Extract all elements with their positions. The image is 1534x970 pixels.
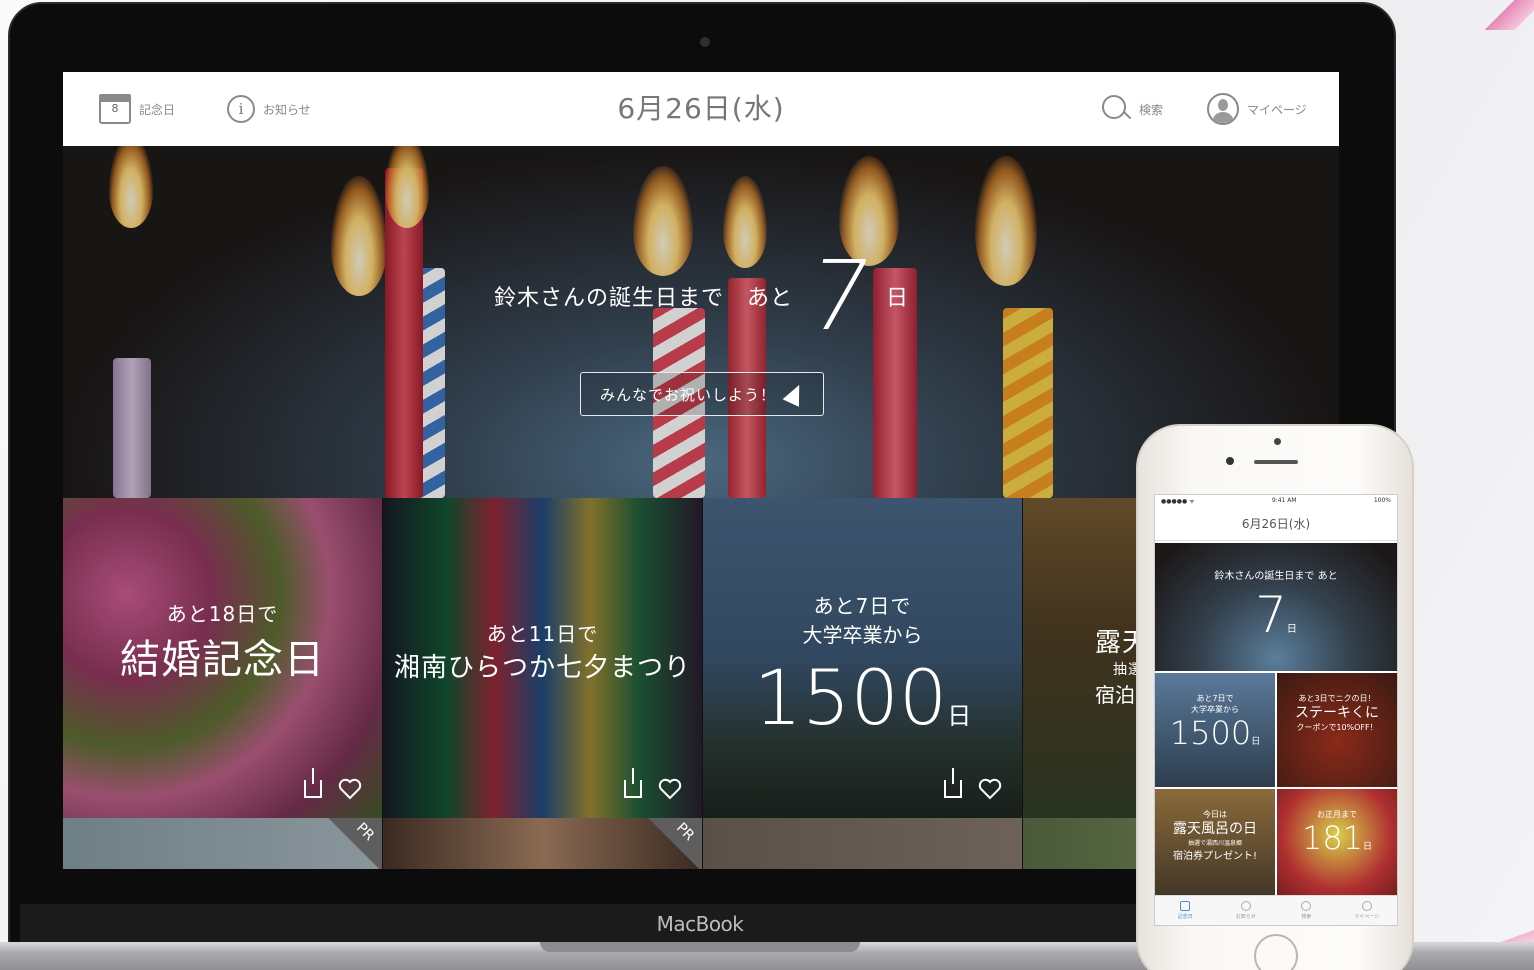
phone-screen: ●●●●● ᯤ 9:41 AM 100% 6月26日(水) 鈴木さんの誕生日まで… xyxy=(1154,494,1398,926)
countdown-unit: 日 xyxy=(886,286,909,311)
phone-card[interactable]: お正月まで 181日 xyxy=(1277,789,1397,903)
heart-icon[interactable] xyxy=(338,778,362,800)
scene: 8 記念日 i お知らせ 6月26日(水) 検索 マイページ 鈴木さんの誕生日ま… xyxy=(0,0,1534,970)
heart-icon[interactable] xyxy=(978,778,1002,800)
calendar-icon xyxy=(1180,901,1191,911)
phone-tab-notice[interactable]: お知らせ xyxy=(1226,901,1266,920)
party-cracker-icon xyxy=(782,381,808,407)
card-countdown: あと7日で xyxy=(813,594,912,618)
phone-countdown-days: 7 xyxy=(1255,586,1287,644)
phone-tab-anniversary[interactable]: 記念日 xyxy=(1165,901,1205,920)
phone-card[interactable]: 今日は 露天風呂の日 抽選で湯西川温泉郷 宿泊券プレゼント! xyxy=(1155,789,1275,903)
pr-badge xyxy=(322,818,382,869)
countdown-message: 鈴木さんの誕生日まで あと xyxy=(493,286,793,311)
user-icon xyxy=(1207,93,1239,125)
search-icon xyxy=(1101,94,1131,124)
signal-indicator: ●●●●● ᯤ xyxy=(1161,498,1195,505)
info-icon xyxy=(1240,901,1251,911)
phone-card-line1: 今日は xyxy=(1203,810,1227,819)
phone-tab-label: マイページ xyxy=(1354,914,1380,920)
phone-countdown-unit: 日 xyxy=(1286,624,1297,635)
phone-tab-mypage[interactable]: マイページ xyxy=(1347,901,1387,920)
phone-tab-search[interactable]: 検索 xyxy=(1286,901,1326,920)
event-card[interactable]: あと18日で 結婚記念日 xyxy=(63,498,382,818)
phone-sensor xyxy=(1226,457,1234,465)
card-actions xyxy=(624,768,682,800)
heart-icon[interactable] xyxy=(658,778,682,800)
phone-card-line1: あと3日でニクの日！ xyxy=(1298,694,1376,703)
phone-card-number: 1500 xyxy=(1169,714,1252,752)
status-time: 9:41 AM xyxy=(1271,497,1297,504)
phone-camera xyxy=(1274,438,1281,445)
phone-card-line4: 宿泊券プレゼント! xyxy=(1172,851,1257,862)
phone-card-line2: ステーキくに xyxy=(1295,705,1379,721)
laptop-notch xyxy=(540,942,860,952)
phone-card[interactable]: あと7日で 大学卒業から 1500日 xyxy=(1155,673,1275,787)
phone-card-number: 181 xyxy=(1301,819,1364,857)
card-number-row: 1500日 xyxy=(703,658,1022,738)
card-title: 湘南ひらつか七夕まつり xyxy=(393,653,691,683)
card-number: 1500 xyxy=(753,653,948,742)
mypage-nav[interactable]: マイページ xyxy=(1207,72,1307,146)
phone-tab-label: 記念日 xyxy=(1177,914,1193,920)
event-card[interactable]: あと11日で 湘南ひらつか七夕まつり xyxy=(383,498,702,818)
mypage-label: マイページ xyxy=(1247,102,1307,117)
phone-tab-label: お知らせ xyxy=(1235,914,1256,920)
user-icon xyxy=(1361,901,1372,911)
strip-card[interactable]: PR xyxy=(383,818,702,869)
phone-card-number-row: 1500日 xyxy=(1155,715,1275,760)
card-number-unit: 日 xyxy=(947,702,972,730)
card-countdown: あと11日で xyxy=(486,622,599,646)
phone-countdown-row: 7日 xyxy=(1155,587,1397,658)
card-actions xyxy=(304,768,362,800)
corner-decoration xyxy=(1484,0,1534,30)
phone-card-line3: 抽選で湯西川温泉郷 xyxy=(1187,840,1242,847)
strip-card[interactable]: PR xyxy=(63,818,382,869)
pr-badge xyxy=(642,818,702,869)
celebrate-button[interactable]: みんなでお祝いしよう！ xyxy=(580,372,824,416)
battery-indicator: 100% xyxy=(1373,497,1391,504)
card-countdown: あと18日で xyxy=(166,602,279,626)
card-actions xyxy=(944,768,1002,800)
phone-status-bar: ●●●●● ᯤ 9:41 AM 100% xyxy=(1155,495,1397,507)
search-label: 検索 xyxy=(1139,102,1164,117)
countdown: 鈴木さんの誕生日まで あと 7 日 xyxy=(63,240,1339,352)
strip-card[interactable] xyxy=(703,818,1022,869)
phone-card-unit: 日 xyxy=(1363,842,1373,852)
share-icon[interactable] xyxy=(944,768,962,798)
top-bar: 8 記念日 i お知らせ 6月26日(水) 検索 マイページ xyxy=(63,72,1339,146)
phone-page-title: 6月26日(水) xyxy=(1155,507,1397,541)
celebrate-button-label: みんなでお祝いしよう！ xyxy=(599,385,776,404)
phone-hero[interactable]: 鈴木さんの誕生日まで あと 7日 xyxy=(1155,543,1397,671)
card-subtitle: 大学卒業から xyxy=(802,623,923,647)
home-button[interactable] xyxy=(1254,934,1298,970)
phone-card-number-row: 181日 xyxy=(1277,820,1397,865)
phone-frame: ●●●●● ᯤ 9:41 AM 100% 6月26日(水) 鈴木さんの誕生日まで… xyxy=(1136,424,1414,970)
phone-card-line2: 露天風呂の日 xyxy=(1173,821,1257,837)
phone-tab-label: 検索 xyxy=(1301,914,1312,920)
share-icon[interactable] xyxy=(624,768,642,798)
phone-countdown-message: 鈴木さんの誕生日まで あと xyxy=(1214,571,1338,582)
card-title: 結婚記念日 xyxy=(120,637,325,683)
event-card[interactable]: あと7日で 大学卒業から 1500日 xyxy=(703,498,1022,818)
phone-card-unit: 日 xyxy=(1251,737,1261,747)
search-icon xyxy=(1301,901,1312,911)
camera-dot xyxy=(700,37,710,47)
share-icon[interactable] xyxy=(304,768,322,798)
search-nav[interactable]: 検索 xyxy=(1101,72,1163,146)
phone-tab-bar: 記念日 お知らせ 検索 マイページ xyxy=(1155,895,1397,925)
phone-card-line3: クーポンで10%OFF！ xyxy=(1296,723,1378,732)
countdown-days: 7 xyxy=(799,240,880,352)
phone-card[interactable]: あと3日でニクの日！ ステーキくに クーポンで10%OFF！ xyxy=(1277,673,1397,787)
phone-speaker xyxy=(1254,460,1298,464)
phone-card-line1: あと7日で xyxy=(1196,694,1234,703)
